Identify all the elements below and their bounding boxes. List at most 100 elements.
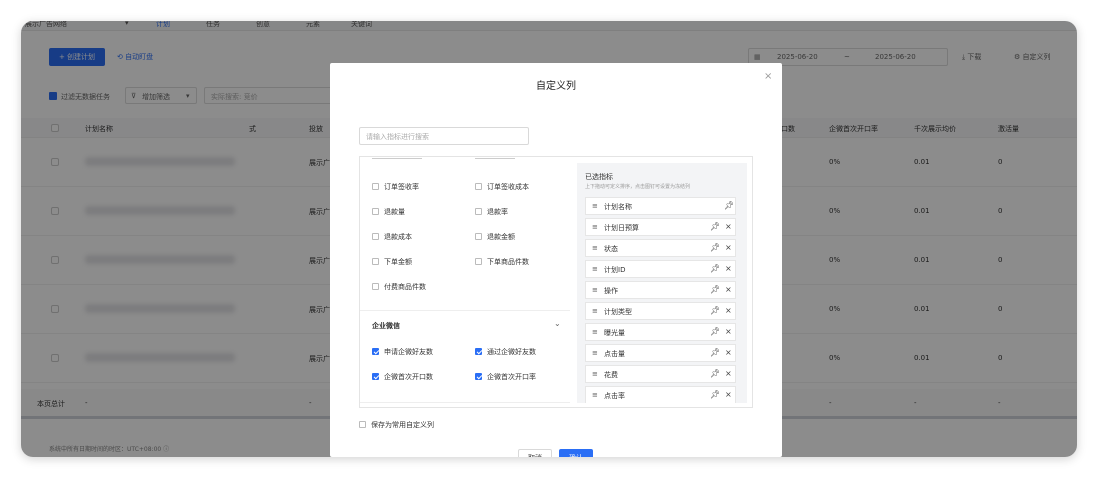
selected-item[interactable]: ≡ 计划日预算 📌︎ × bbox=[585, 218, 736, 236]
drag-handle-icon[interactable]: ≡ bbox=[592, 349, 598, 357]
close-icon[interactable]: × bbox=[725, 243, 732, 252]
checkbox[interactable] bbox=[475, 208, 482, 215]
selected-item[interactable]: ≡ 曝光量 📌︎ × bbox=[585, 323, 736, 341]
pin-icon[interactable]: 📌︎ bbox=[710, 264, 720, 273]
clipped-line bbox=[372, 157, 422, 159]
selected-item[interactable]: ≡ 操作 📌︎ × bbox=[585, 281, 736, 299]
selected-title: 已选指标 bbox=[585, 173, 613, 181]
metric-option[interactable]: 付费商品件数 bbox=[372, 282, 426, 292]
pin-icon[interactable]: 📌︎ bbox=[710, 243, 720, 252]
section-divider bbox=[360, 402, 570, 403]
selected-item-label: 点击量 bbox=[604, 350, 625, 358]
clipped-row bbox=[372, 157, 562, 161]
metric-option[interactable]: 订单签收成本 bbox=[475, 182, 529, 192]
metric-label: 退款金额 bbox=[487, 233, 515, 241]
selected-item[interactable]: ≡ 计划名称 📌︎ bbox=[585, 197, 736, 215]
drag-handle-icon[interactable]: ≡ bbox=[592, 223, 598, 231]
pin-icon[interactable]: 📌︎ bbox=[710, 327, 720, 336]
selected-item[interactable]: ≡ 花费 📌︎ × bbox=[585, 365, 736, 383]
close-icon[interactable]: × bbox=[725, 306, 732, 315]
close-icon[interactable]: × bbox=[725, 369, 732, 378]
metric-label: 通过企微好友数 bbox=[487, 348, 536, 356]
selected-item[interactable]: ≡ 计划ID 📌︎ × bbox=[585, 260, 736, 278]
confirm-button[interactable]: 确认 bbox=[559, 449, 593, 457]
checkbox[interactable] bbox=[359, 421, 366, 428]
selected-item[interactable]: ≡ 点击量 📌︎ × bbox=[585, 344, 736, 362]
checkbox[interactable] bbox=[372, 183, 379, 190]
pin-icon[interactable]: 📌︎ bbox=[710, 222, 720, 231]
selected-item-label: 花费 bbox=[604, 371, 618, 379]
metric-option[interactable]: 下单商品件数 bbox=[475, 257, 529, 267]
metric-label: 订单签收成本 bbox=[487, 183, 529, 191]
section-title: 企业微信 bbox=[372, 322, 400, 330]
metric-option[interactable]: 订单签收率 bbox=[372, 182, 419, 192]
pin-icon[interactable]: 📌︎ bbox=[710, 369, 720, 378]
metric-option[interactable]: 退款率 bbox=[475, 207, 508, 217]
checkbox[interactable] bbox=[475, 258, 482, 265]
selected-panel: 已选指标 上下拖动可定义排序，点击图钉可设置为冻结列 ≡ 计划名称 📌︎ ≡ 计划日预… bbox=[577, 163, 747, 403]
pin-icon[interactable]: 📌︎ bbox=[710, 306, 720, 315]
selected-item-label: 状态 bbox=[604, 245, 618, 253]
selected-item[interactable]: ≡ 计划类型 📌︎ × bbox=[585, 302, 736, 320]
drag-handle-icon[interactable]: ≡ bbox=[592, 307, 598, 315]
metric-label: 企微首次开口率 bbox=[487, 373, 536, 381]
close-icon[interactable]: × bbox=[725, 327, 732, 336]
checkbox-checked[interactable] bbox=[475, 373, 482, 380]
pin-icon[interactable]: 📌︎ bbox=[710, 348, 720, 357]
metric-option[interactable]: 企微首次开口数 bbox=[372, 372, 433, 382]
app-window: 展示广告网络 ▾ 计划 任务 创意 元素 关键词 + 创建计划 ⟲ 自动盯盘 ▦… bbox=[21, 21, 1077, 457]
selected-hint: 上下拖动可定义排序，点击图钉可设置为冻结列 bbox=[585, 184, 691, 190]
close-icon[interactable]: × bbox=[764, 71, 772, 82]
metric-option[interactable]: 通过企微好友数 bbox=[475, 347, 536, 357]
close-icon[interactable]: × bbox=[725, 390, 732, 399]
checkbox[interactable] bbox=[372, 283, 379, 290]
dialog-title: 自定义列 bbox=[536, 81, 576, 92]
cancel-button[interactable]: 取消 bbox=[518, 449, 552, 457]
metric-label: 申请企微好友数 bbox=[384, 348, 433, 356]
metric-option[interactable]: 退款金额 bbox=[475, 232, 515, 242]
checkbox[interactable] bbox=[372, 233, 379, 240]
save-as-common-option[interactable]: 保存为常用自定义列 bbox=[359, 420, 434, 430]
metric-option[interactable]: 企微首次开口率 bbox=[475, 372, 536, 382]
metric-option[interactable]: 退款量 bbox=[372, 207, 405, 217]
close-icon[interactable]: × bbox=[725, 285, 732, 294]
metric-search-input[interactable]: 请输入指标进行搜索 bbox=[359, 127, 529, 145]
metric-label: 退款率 bbox=[487, 208, 508, 216]
checkbox[interactable] bbox=[372, 208, 379, 215]
checkbox-checked[interactable] bbox=[475, 348, 482, 355]
close-icon[interactable]: × bbox=[725, 348, 732, 357]
pin-icon[interactable]: 📌︎ bbox=[724, 201, 734, 210]
close-icon[interactable]: × bbox=[725, 222, 732, 231]
selected-item[interactable]: ≡ 点击率 📌︎ × bbox=[585, 386, 736, 403]
drag-handle-icon[interactable]: ≡ bbox=[592, 391, 598, 399]
pin-icon[interactable]: 📌︎ bbox=[710, 390, 720, 399]
save-as-common-label: 保存为常用自定义列 bbox=[371, 421, 434, 429]
drag-handle-icon[interactable]: ≡ bbox=[592, 370, 598, 378]
drag-handle-icon[interactable]: ≡ bbox=[592, 286, 598, 294]
selected-item-label: 计划名称 bbox=[604, 203, 632, 211]
drag-handle-icon[interactable]: ≡ bbox=[592, 328, 598, 336]
checkbox[interactable] bbox=[372, 258, 379, 265]
metric-panel: 订单签收率 订单签收成本 退款量 退款率 退款成本 退款金额 下单金额 下单商品… bbox=[359, 156, 753, 408]
checkbox[interactable] bbox=[475, 233, 482, 240]
pin-icon[interactable]: 📌︎ bbox=[710, 285, 720, 294]
checkbox-checked[interactable] bbox=[372, 348, 379, 355]
selected-item-label: 曝光量 bbox=[604, 329, 625, 337]
checkbox[interactable] bbox=[475, 183, 482, 190]
selected-item[interactable]: ≡ 状态 📌︎ × bbox=[585, 239, 736, 257]
checkbox-checked[interactable] bbox=[372, 373, 379, 380]
metric-option[interactable]: 申请企微好友数 bbox=[372, 347, 433, 357]
metric-label: 下单金额 bbox=[384, 258, 412, 266]
metric-label: 付费商品件数 bbox=[384, 283, 426, 291]
metric-option[interactable]: 退款成本 bbox=[372, 232, 412, 242]
drag-handle-icon[interactable]: ≡ bbox=[592, 244, 598, 252]
custom-columns-dialog: 自定义列 × 请输入指标进行搜索 订单签收率 订单签收成本 退款量 退款率 退款… bbox=[330, 63, 782, 457]
selected-item-label: 计划类型 bbox=[604, 308, 632, 316]
close-icon[interactable]: × bbox=[725, 264, 732, 273]
drag-handle-icon[interactable]: ≡ bbox=[592, 202, 598, 210]
metric-label: 订单签收率 bbox=[384, 183, 419, 191]
metric-option[interactable]: 下单金额 bbox=[372, 257, 412, 267]
chevron-down-icon[interactable]: ⌄ bbox=[554, 319, 561, 328]
section-divider bbox=[360, 310, 570, 311]
drag-handle-icon[interactable]: ≡ bbox=[592, 265, 598, 273]
